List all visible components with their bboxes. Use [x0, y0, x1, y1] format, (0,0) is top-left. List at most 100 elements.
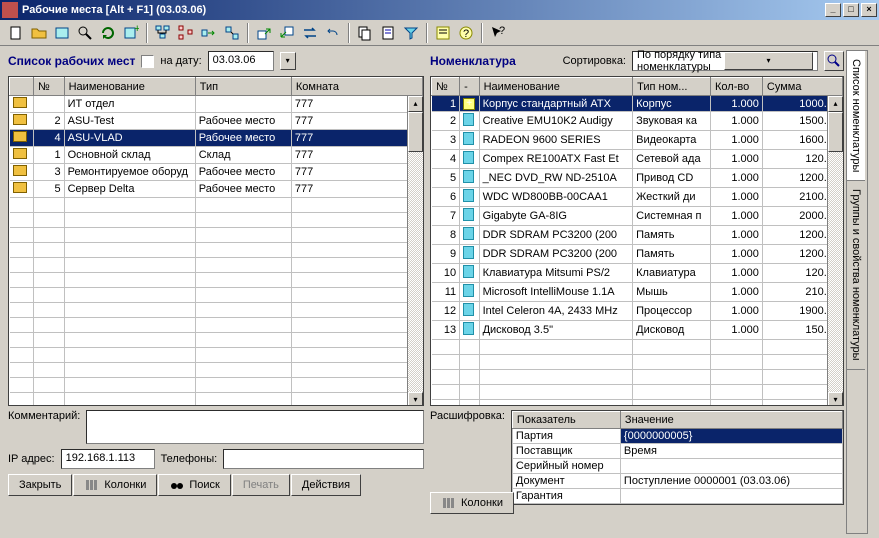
- sidetab-groups-props[interactable]: Группы и свойства номенклатуры: [847, 181, 865, 370]
- scroll-up-icon[interactable]: ▴: [408, 96, 423, 112]
- table-row[interactable]: 8DDR SDRAM PC3200 (200Память1.0001200.00: [432, 226, 843, 245]
- table-row[interactable]: 3Ремонтируемое оборудРабочее место777: [10, 164, 423, 181]
- toolbar-folder-icon[interactable]: [29, 23, 49, 43]
- det-col-val[interactable]: Значение: [620, 412, 842, 429]
- toolbar-copy-icon[interactable]: [355, 23, 375, 43]
- close-button[interactable]: Закрыть: [8, 474, 72, 496]
- scroll-down-icon[interactable]: ▾: [828, 392, 843, 406]
- ip-input[interactable]: 192.168.1.113: [61, 449, 155, 469]
- columns-icon: [84, 477, 100, 493]
- date-dropdown-button[interactable]: ▾: [280, 52, 296, 70]
- toolbar-import-icon[interactable]: [277, 23, 297, 43]
- detail-row[interactable]: Партия{0000000005}: [512, 429, 842, 444]
- date-input[interactable]: 03.03.06: [208, 51, 274, 71]
- toolbar-doc-icon[interactable]: [378, 23, 398, 43]
- details-grid[interactable]: Показатель Значение Партия{0000000005}По…: [511, 410, 844, 505]
- comment-label: Комментарий:: [8, 410, 80, 422]
- plus-icon: +: [463, 98, 475, 110]
- table-row[interactable]: 1Основной складСклад777: [10, 147, 423, 164]
- scroll-thumb[interactable]: [408, 112, 423, 152]
- binoculars-icon: [169, 477, 185, 493]
- detail-row[interactable]: ДокументПоступление 0000001 (03.03.06): [512, 474, 842, 489]
- toolbar-move-icon[interactable]: [199, 23, 219, 43]
- columns-button[interactable]: Колонки: [73, 474, 157, 496]
- table-row[interactable]: ИТ отдел777: [10, 96, 423, 113]
- sidetab-nomenclature-list[interactable]: Список номенклатуры: [847, 51, 865, 181]
- left-scrollbar[interactable]: ▴ ▾: [407, 96, 423, 405]
- toolbar-search-icon[interactable]: [75, 23, 95, 43]
- table-row[interactable]: 4ASU-VLADРабочее место777: [10, 130, 423, 147]
- toolbar-tree-icon[interactable]: [153, 23, 173, 43]
- table-row[interactable]: 12Intel Celeron 4A, 2433 MHzПроцессор1.0…: [432, 302, 843, 321]
- maximize-button[interactable]: □: [843, 3, 859, 17]
- sort-value: По порядку типа номенклатуры: [637, 49, 724, 73]
- table-row[interactable]: 4Compex RE100ATX Fast EtСетевой ада1.000…: [432, 150, 843, 169]
- table-row[interactable]: 11Microsoft IntelliMouse 1.1AМышь1.00021…: [432, 283, 843, 302]
- folder-icon: [13, 182, 27, 193]
- nomenclature-grid[interactable]: № - Наименование Тип ном... Кол-во Сумма…: [430, 76, 844, 406]
- scroll-thumb[interactable]: [828, 112, 843, 152]
- det-col-key[interactable]: Показатель: [512, 412, 620, 429]
- doc-icon: [463, 151, 474, 164]
- toolbar-undo-icon[interactable]: [323, 23, 343, 43]
- toolbar-add-icon[interactable]: +: [121, 23, 141, 43]
- toolbar-refresh-icon[interactable]: [98, 23, 118, 43]
- comment-input[interactable]: [86, 410, 424, 444]
- col-room[interactable]: Комната: [291, 78, 422, 96]
- toolbar-transfer-icon[interactable]: [300, 23, 320, 43]
- detail-row[interactable]: Серийный номер: [512, 459, 842, 474]
- toolbar-link-icon[interactable]: [222, 23, 242, 43]
- print-button[interactable]: Печать: [232, 474, 290, 496]
- tel-label: Телефоны:: [161, 453, 218, 465]
- workplaces-grid[interactable]: № Наименование Тип Комната ИТ отдел7772A…: [8, 76, 424, 406]
- scroll-up-icon[interactable]: ▴: [828, 96, 843, 112]
- toolbar-card-icon[interactable]: [52, 23, 72, 43]
- table-row[interactable]: 13Дисковод 3.5"Дисковод1.000150.00: [432, 321, 843, 340]
- toolbar-help-icon[interactable]: ?: [456, 23, 476, 43]
- col-dash[interactable]: -: [460, 78, 479, 96]
- table-row[interactable]: 10Клавиатура Mitsumi PS/2Клавиатура1.000…: [432, 264, 843, 283]
- folder-icon: [13, 165, 27, 176]
- search-button[interactable]: Поиск: [158, 474, 230, 496]
- col-icon[interactable]: [10, 78, 34, 96]
- table-row[interactable]: 6WDC WD800BB-00CAA1Жесткий ди1.0002100.0…: [432, 188, 843, 207]
- table-row[interactable]: 1+Корпус стандартный ATXКорпус1.0001000.…: [432, 96, 843, 112]
- table-row[interactable]: 5Сервер DeltaРабочее место777: [10, 181, 423, 198]
- col-type[interactable]: Тип ном...: [633, 78, 711, 96]
- detail-row[interactable]: ПоставщикВремя: [512, 444, 842, 459]
- actions-button[interactable]: Действия: [291, 474, 361, 496]
- col-name[interactable]: Наименование: [64, 78, 195, 96]
- ondate-checkbox[interactable]: [141, 55, 154, 68]
- col-name[interactable]: Наименование: [479, 78, 633, 96]
- sort-config-button[interactable]: [824, 51, 844, 71]
- col-num[interactable]: №: [432, 78, 460, 96]
- scroll-down-icon[interactable]: ▾: [408, 392, 423, 406]
- table-row[interactable]: 3RADEON 9600 SERIESВидеокарта1.0001600.0…: [432, 131, 843, 150]
- minimize-button[interactable]: _: [825, 3, 841, 17]
- table-row[interactable]: 2ASU-TestРабочее место777: [10, 113, 423, 130]
- col-sum[interactable]: Сумма: [762, 78, 842, 96]
- tel-input[interactable]: [223, 449, 424, 469]
- folder-icon: [13, 131, 27, 142]
- right-columns-button[interactable]: Колонки: [430, 492, 514, 514]
- doc-icon: [463, 303, 474, 316]
- toolbar-pointer-help-icon[interactable]: ?: [488, 23, 508, 43]
- toolbar-tree2-icon[interactable]: [176, 23, 196, 43]
- table-row[interactable]: 9DDR SDRAM PC3200 (200Память1.0001200.00: [432, 245, 843, 264]
- close-button[interactable]: ×: [861, 3, 877, 17]
- ip-label: IP адрес:: [8, 453, 55, 465]
- table-row[interactable]: 7Gigabyte GA-8IGСистемная п1.0002000.00: [432, 207, 843, 226]
- col-type[interactable]: Тип: [195, 78, 291, 96]
- toolbar-settings-icon[interactable]: [433, 23, 453, 43]
- toolbar-new-icon[interactable]: [6, 23, 26, 43]
- toolbar-export-icon[interactable]: [254, 23, 274, 43]
- right-scrollbar[interactable]: ▴ ▾: [827, 96, 843, 405]
- table-row[interactable]: 5_NEC DVD_RW ND-2510AПривод CD1.0001200.…: [432, 169, 843, 188]
- table-row[interactable]: 2Creative EMU10K2 AudigyЗвуковая ка1.000…: [432, 112, 843, 131]
- dropdown-icon[interactable]: ▾: [724, 52, 813, 70]
- toolbar-filter-icon[interactable]: [401, 23, 421, 43]
- folder-icon: [13, 148, 27, 159]
- sort-dropdown[interactable]: По порядку типа номенклатуры ▾: [632, 51, 818, 71]
- col-num[interactable]: №: [34, 78, 65, 96]
- col-qty[interactable]: Кол-во: [711, 78, 763, 96]
